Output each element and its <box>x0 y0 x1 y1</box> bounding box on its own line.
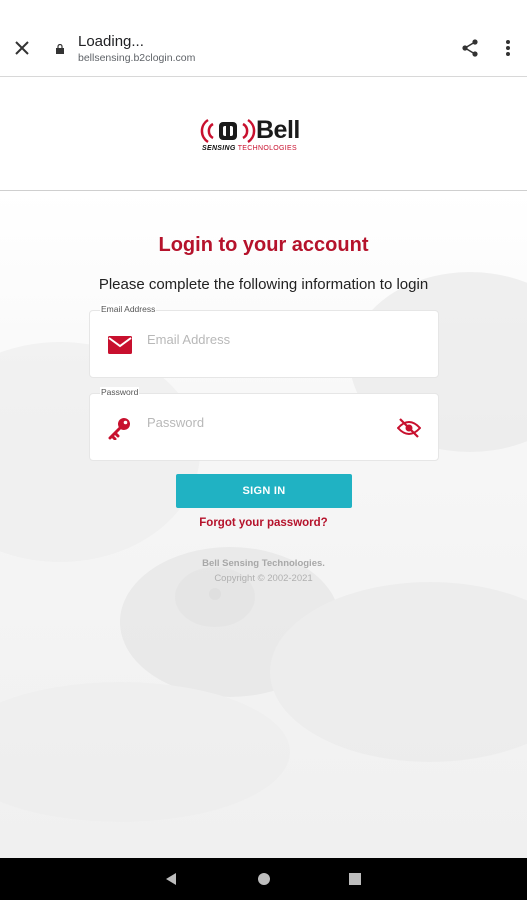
page-title: Login to your account <box>158 234 369 256</box>
copyright-text: Copyright © 2002-2021 <box>214 573 313 584</box>
lock-icon <box>55 41 65 54</box>
system-nav-bar <box>0 858 527 900</box>
back-icon[interactable] <box>162 870 180 888</box>
sensor-wave-icon <box>200 118 256 144</box>
browser-toolbar: Loading... bellsensing.b2clogin.com <box>0 0 527 77</box>
password-input[interactable] <box>147 410 387 434</box>
email-label: Email Address <box>100 304 157 314</box>
home-icon[interactable] <box>255 870 273 888</box>
bell-sensing-logo: Bell SENSING TECHNOLOGIES <box>200 116 330 158</box>
login-instructions: Please complete the following informatio… <box>98 276 429 293</box>
password-field[interactable]: Password <box>89 387 439 461</box>
email-field[interactable]: Email Address <box>89 304 439 378</box>
page-url[interactable]: bellsensing.b2clogin.com <box>78 52 195 64</box>
share-icon[interactable] <box>458 36 482 60</box>
recents-icon[interactable] <box>346 870 364 888</box>
logo-tagline: SENSING TECHNOLOGIES <box>202 145 297 152</box>
more-vert-icon[interactable] <box>496 36 520 60</box>
mail-icon <box>107 332 133 358</box>
password-label: Password <box>100 387 140 397</box>
email-input[interactable] <box>147 327 387 351</box>
page-loading-title: Loading... <box>78 33 144 50</box>
brand-header: Bell SENSING TECHNOLOGIES <box>0 78 527 191</box>
eye-off-icon[interactable] <box>396 415 422 441</box>
company-name: Bell Sensing Technologies. <box>202 558 325 569</box>
forgot-password-link[interactable]: Forgot your password? <box>0 517 527 529</box>
logo-wordmark: Bell <box>256 116 300 144</box>
key-icon <box>107 415 133 441</box>
sign-in-button[interactable]: SIGN IN <box>176 474 352 508</box>
close-icon[interactable] <box>10 36 34 60</box>
